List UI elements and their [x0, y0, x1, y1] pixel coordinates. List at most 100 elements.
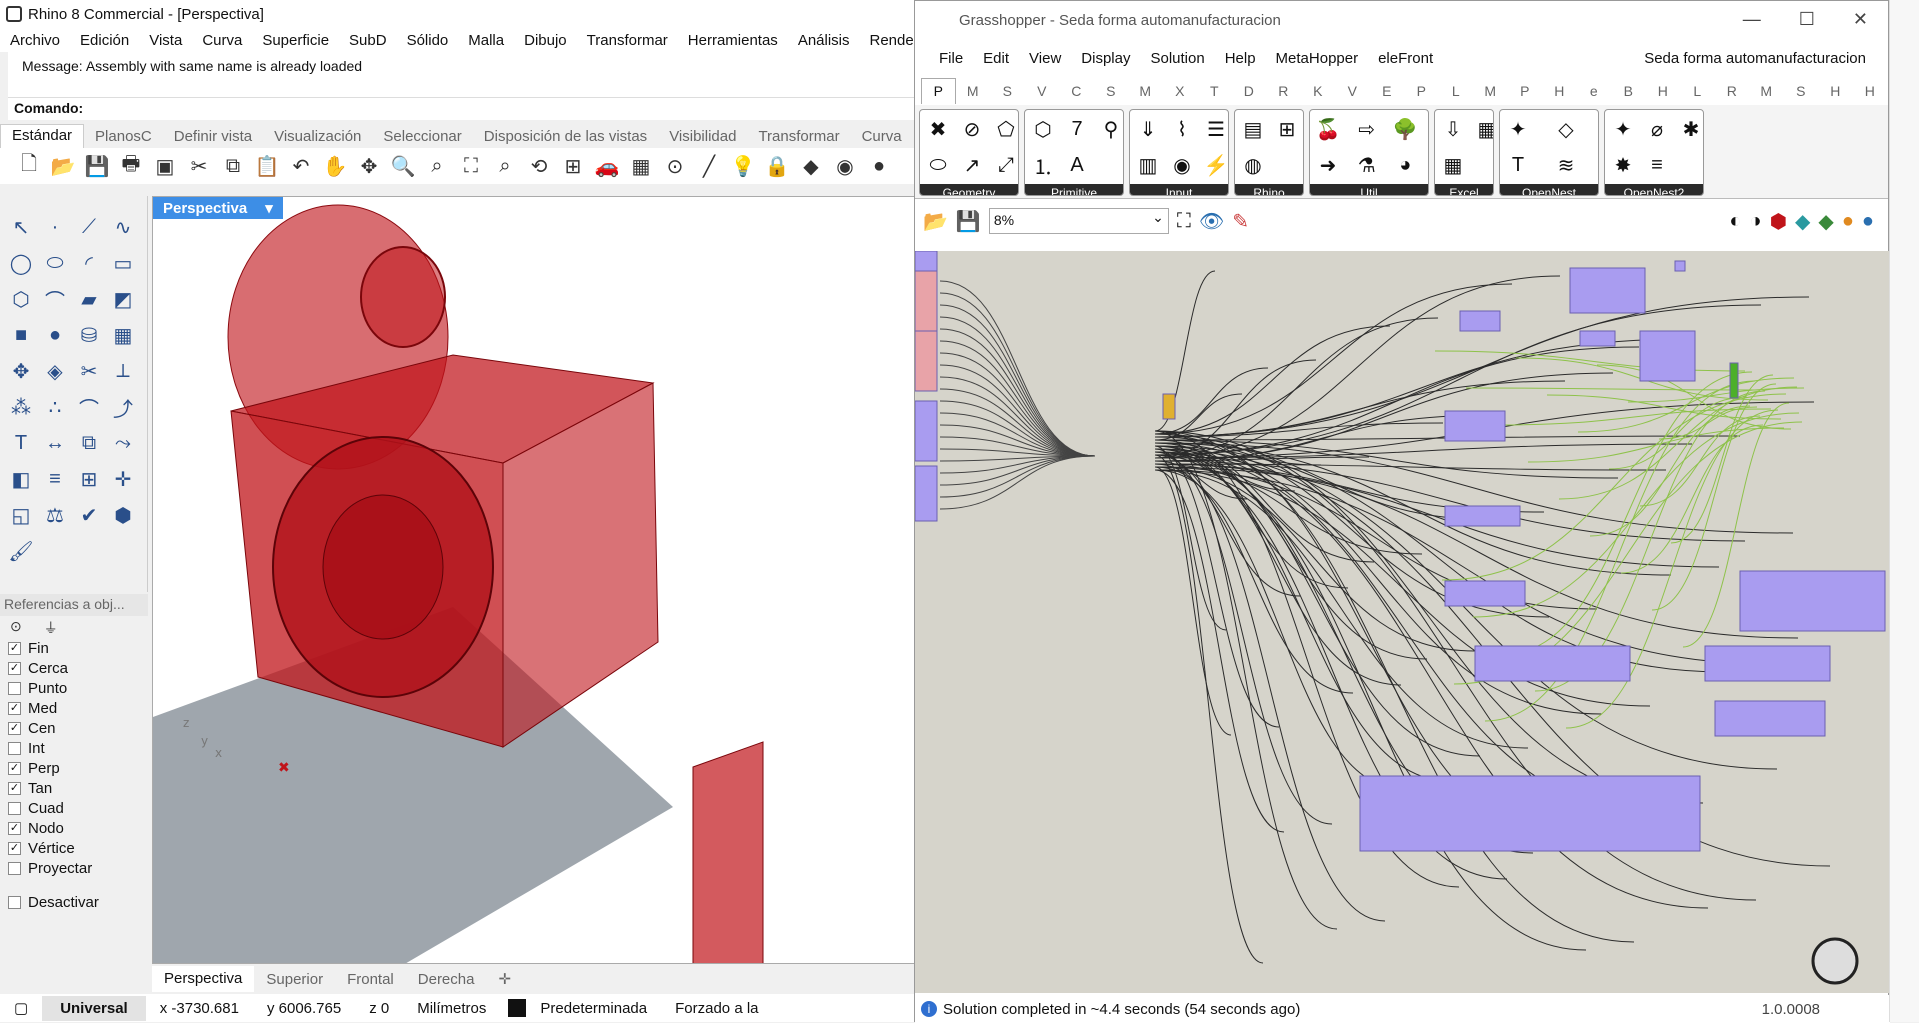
add-viewport-icon[interactable]: ✛ [486, 970, 523, 988]
gh-menu-item[interactable]: Display [1071, 50, 1140, 67]
gh-menu-item[interactable]: eleFront [1368, 50, 1443, 67]
checkbox[interactable] [8, 861, 21, 875]
component-group[interactable] [915, 270, 938, 332]
freeform-icon[interactable]: ⌒ [38, 282, 72, 316]
zoom-selected-icon[interactable]: ⌕ [492, 153, 518, 179]
component-icon[interactable]: ◕ [1389, 148, 1421, 182]
chevron-down-icon[interactable]: ▾ [265, 199, 273, 217]
viewport-tab[interactable]: Frontal [335, 971, 406, 988]
osnap-item[interactable]: ✓ Vértice [0, 838, 148, 858]
component-icon[interactable]: ➜ [1312, 148, 1344, 182]
menu-item[interactable]: Herramientas [678, 32, 788, 49]
menu-item[interactable]: Vista [139, 32, 192, 49]
cplane-status[interactable]: Universal [42, 995, 146, 1021]
component-icon[interactable]: ⬠ [990, 112, 1018, 146]
help-icon[interactable]: ╱ [696, 153, 722, 179]
gh-panel-label[interactable]: Rhino [1235, 184, 1303, 195]
arc-icon[interactable]: ◜ [72, 246, 106, 280]
menu-item[interactable]: Archivo [0, 32, 70, 49]
component-icon[interactable]: ⚗ [1351, 148, 1383, 182]
properties-icon[interactable]: ▣ [152, 153, 178, 179]
menu-item[interactable]: Transformar [577, 32, 678, 49]
component-icon[interactable]: ☰ [1200, 112, 1228, 146]
gumball-icon[interactable]: ✛ [106, 462, 140, 496]
component-icon[interactable]: ✱ [1675, 112, 1703, 146]
component-icon[interactable]: ◇ [1550, 112, 1582, 146]
osnap-item[interactable]: ✓ Nodo [0, 818, 148, 838]
component-icon[interactable]: ≡ [1641, 148, 1673, 182]
select-arrow-icon[interactable]: ↖ [4, 210, 38, 244]
number-slider[interactable] [1729, 362, 1739, 399]
osnap-item[interactable]: ✓ Med [0, 698, 148, 718]
component-group[interactable] [1639, 330, 1696, 382]
component-group[interactable] [1444, 505, 1521, 527]
menu-item[interactable]: Sólido [397, 32, 459, 49]
toolbar-tab[interactable]: Disposición de las vistas [473, 128, 658, 145]
toolbar-tab[interactable]: Definir vista [163, 128, 263, 145]
gh-category-tab[interactable]: M [956, 83, 991, 99]
menu-item[interactable]: Curva [192, 32, 252, 49]
component-icon[interactable]: ◍ [1237, 148, 1269, 182]
checkbox[interactable]: ✓ [8, 821, 21, 835]
component-icon[interactable]: ✖ [922, 112, 954, 146]
menu-item[interactable]: Superficie [252, 32, 339, 49]
gh-category-tab[interactable]: P [1508, 83, 1543, 99]
point-icon[interactable]: · [38, 210, 72, 244]
gh-category-tab[interactable]: H [1818, 83, 1853, 99]
solid-tools-icon[interactable]: ◧ [4, 462, 38, 496]
gh-category-tab[interactable]: S [990, 83, 1025, 99]
component-icon[interactable]: ▤ [1237, 112, 1269, 146]
osnap-item[interactable]: ✓ Fin [0, 638, 148, 658]
split-icon[interactable]: ⟂ [106, 354, 140, 388]
preview-selected-icon[interactable]: ⬢ [1770, 209, 1787, 234]
osnap-item[interactable]: ✓ Tan [0, 778, 148, 798]
gh-panel-label[interactable]: OpenNest2 [1605, 184, 1703, 195]
menu-item[interactable]: Dibujo [514, 32, 577, 49]
pan-hand-icon[interactable]: ✋ [322, 153, 348, 179]
component-icon[interactable]: ▦ [1437, 148, 1469, 182]
gh-category-tab[interactable]: P [921, 78, 956, 104]
component-icon[interactable]: ⌀ [1641, 112, 1673, 146]
osnap-item[interactable]: ✓ Cen [0, 718, 148, 738]
param-stack[interactable] [1162, 393, 1176, 420]
osnap-item[interactable]: Cuad [0, 798, 148, 818]
osnap-item[interactable]: Proyectar [0, 858, 148, 878]
cylinder-icon[interactable]: ⛁ [72, 318, 106, 352]
gh-category-tab[interactable]: L [1680, 83, 1715, 99]
cut-icon[interactable]: ✂ [186, 153, 212, 179]
osnap-disable[interactable]: Desactivar [0, 892, 148, 912]
gh-menu-item[interactable]: MetaHopper [1266, 50, 1369, 67]
gh-category-tab[interactable]: V [1335, 83, 1370, 99]
viewport-tab[interactable]: Derecha [406, 971, 487, 988]
cplane-icon[interactable]: ▦ [628, 153, 654, 179]
component-icon[interactable]: ⬭ [922, 148, 954, 182]
maximize-icon[interactable]: ☐ [1799, 9, 1815, 30]
gh-category-tab[interactable]: R [1715, 83, 1750, 99]
analysis-icon[interactable]: ⚖ [38, 498, 72, 532]
offset-icon[interactable]: ⤴ [106, 390, 140, 424]
display-options-icon[interactable]: ● [1862, 210, 1874, 233]
gh-category-tab[interactable]: H [1542, 83, 1577, 99]
car-icon[interactable]: 🚗 [594, 153, 620, 179]
copy-icon[interactable]: ⧉ [220, 153, 246, 179]
group-icon[interactable]: ⁂ [4, 390, 38, 424]
gh-category-tab[interactable]: e [1577, 83, 1612, 99]
checkbox[interactable]: ✓ [8, 761, 21, 775]
gh-menu-item[interactable]: Solution [1140, 50, 1214, 67]
component-icon[interactable]: A [1061, 148, 1093, 182]
component-group[interactable] [915, 330, 938, 392]
component-group[interactable] [1704, 645, 1831, 682]
minimize-icon[interactable]: — [1743, 9, 1761, 30]
gh-panel-label[interactable]: Input [1130, 184, 1228, 195]
gh-panel-label[interactable]: Primitive [1025, 184, 1123, 195]
polygon-icon[interactable]: ⬡ [4, 282, 38, 316]
component-group[interactable] [1569, 267, 1646, 314]
toolbar-tab[interactable]: Transformar [747, 128, 850, 145]
component-icon[interactable]: ⬡ [1027, 112, 1059, 146]
layer-icon[interactable]: ◆ [798, 153, 824, 179]
material-2-icon[interactable]: ◆ [1818, 209, 1833, 234]
unroll-icon[interactable]: ◱ [4, 498, 38, 532]
toolbar-tab[interactable]: Seleccionar [372, 128, 472, 145]
gh-menu-item[interactable]: File [929, 50, 973, 67]
gh-category-tab[interactable]: M [1473, 83, 1508, 99]
